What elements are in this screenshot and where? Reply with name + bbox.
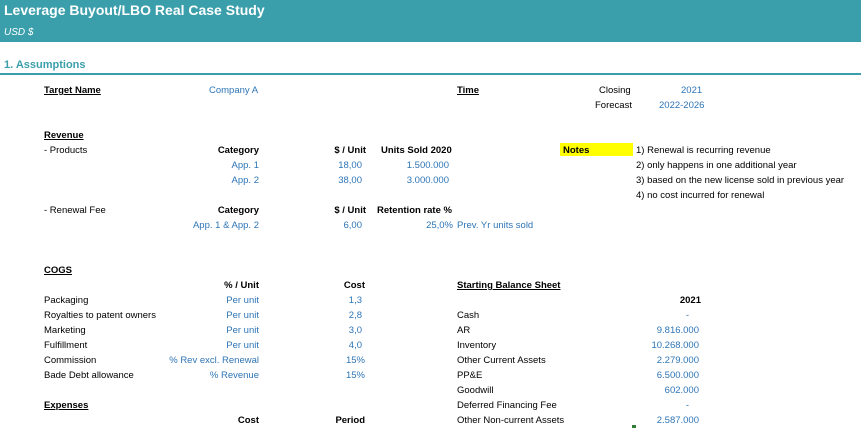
product-per-unit[interactable]: 18,00: [310, 160, 362, 172]
balance-item-name: Deferred Financing Fee: [457, 400, 557, 411]
balance-item-value[interactable]: -: [620, 310, 689, 322]
product-units[interactable]: 3.000.000: [381, 175, 449, 187]
balance-item-value[interactable]: 2.279.000: [620, 355, 699, 367]
revenue-heading: Revenue: [44, 130, 84, 141]
section-title: 1. Assumptions: [4, 59, 86, 71]
retention-rate-header: Retention rate %: [377, 205, 452, 216]
expenses-period-header: Period: [335, 415, 365, 426]
products-category-header: Category: [217, 145, 259, 156]
cogs-item-cost[interactable]: 15%: [310, 355, 365, 367]
time-label: Time: [457, 85, 480, 96]
cogs-cost-header: Cost: [343, 280, 365, 291]
renewal-category[interactable]: App. 1 & App. 2: [160, 220, 259, 232]
cogs-item-name: Packaging: [44, 295, 89, 306]
balance-sheet-heading: Starting Balance Sheet: [457, 280, 561, 291]
note-item: 3) based on the new license sold in prev…: [636, 175, 845, 186]
balance-item-name: Other Non-current Assets: [457, 415, 565, 426]
cogs-item-unit[interactable]: Per unit: [150, 340, 259, 352]
note-item: 2) only happens in one additional year: [636, 160, 797, 171]
cogs-item-unit[interactable]: % Rev excl. Renewal: [150, 355, 259, 367]
balance-item-name: Goodwill: [457, 385, 494, 396]
product-per-unit[interactable]: 38,00: [310, 175, 362, 187]
closing-value[interactable]: 2021: [681, 85, 702, 97]
currency-label: USD $: [4, 27, 34, 38]
balance-item-name: Other Current Assets: [457, 355, 546, 366]
sheet-title: Leverage Buyout/LBO Real Case Study: [4, 2, 265, 18]
cogs-item-unit[interactable]: % Revenue: [150, 370, 259, 382]
cogs-item-cost[interactable]: 15%: [310, 370, 365, 382]
forecast-value[interactable]: 2022-2026: [659, 100, 704, 112]
target-name-value[interactable]: Company A: [209, 85, 258, 97]
products-per-unit-header: $ / Unit: [334, 145, 366, 156]
balance-item-name: PP&E: [457, 370, 483, 381]
target-name-label: Target Name: [44, 85, 101, 96]
retention-rate-note: Prev. Yr units sold: [457, 220, 534, 231]
cogs-item-name: Bade Debt allowance: [44, 370, 134, 381]
cogs-item-name: Royalties to patent owners: [44, 310, 156, 321]
expenses-heading: Expenses: [44, 400, 89, 411]
cogs-item-name: Commission: [44, 355, 97, 366]
product-category[interactable]: App. 1: [180, 160, 259, 172]
cogs-item-cost[interactable]: 2,8: [310, 310, 362, 322]
note-item: 4) no cost incurred for renewal: [636, 190, 765, 201]
cogs-item-unit[interactable]: Per unit: [150, 325, 259, 337]
section-divider: [0, 73, 861, 75]
closing-label: Closing: [599, 85, 631, 96]
cell-fill-handle[interactable]: [632, 425, 636, 428]
balance-item-name: AR: [457, 325, 471, 336]
cogs-item-cost[interactable]: 3,0: [310, 325, 362, 337]
renewal-fee-label: - Renewal Fee: [44, 205, 106, 216]
retention-rate-value[interactable]: 25,0%: [400, 220, 453, 232]
balance-item-value[interactable]: 9.816.000: [620, 325, 699, 337]
product-category[interactable]: App. 2: [180, 175, 259, 187]
products-label: - Products: [44, 145, 88, 156]
balance-item-value[interactable]: 10.268.000: [620, 340, 699, 352]
cogs-item-cost[interactable]: 4,0: [310, 340, 362, 352]
cogs-unit-header: % / Unit: [224, 280, 259, 291]
cogs-item-name: Marketing: [44, 325, 86, 336]
note-item: 1) Renewal is recurring revenue: [636, 145, 771, 156]
product-units[interactable]: 1.500.000: [381, 160, 449, 172]
balance-item-value[interactable]: 602.000: [620, 385, 699, 397]
renewal-per-unit-header: $ / Unit: [334, 205, 366, 216]
cogs-item-cost[interactable]: 1,3: [310, 295, 362, 307]
forecast-label: Forecast: [595, 100, 632, 111]
cogs-item-name: Fulfillment: [44, 340, 88, 351]
renewal-per-unit[interactable]: 6,00: [310, 220, 363, 232]
renewal-category-header: Category: [217, 205, 259, 216]
expenses-cost-header: Cost: [237, 415, 259, 426]
units-sold-header: Units Sold 2020: [381, 145, 452, 156]
balance-item-name: Inventory: [457, 340, 497, 351]
cogs-heading: COGS: [44, 265, 72, 276]
notes-label: Notes: [563, 145, 590, 156]
balance-item-value[interactable]: -: [620, 400, 689, 412]
balance-item-name: Cash: [457, 310, 480, 321]
balance-year-header: 2021: [679, 295, 701, 306]
balance-item-value[interactable]: 6.500.000: [620, 370, 699, 382]
cogs-item-unit[interactable]: Per unit: [150, 310, 259, 322]
cogs-item-unit[interactable]: Per unit: [150, 295, 259, 307]
